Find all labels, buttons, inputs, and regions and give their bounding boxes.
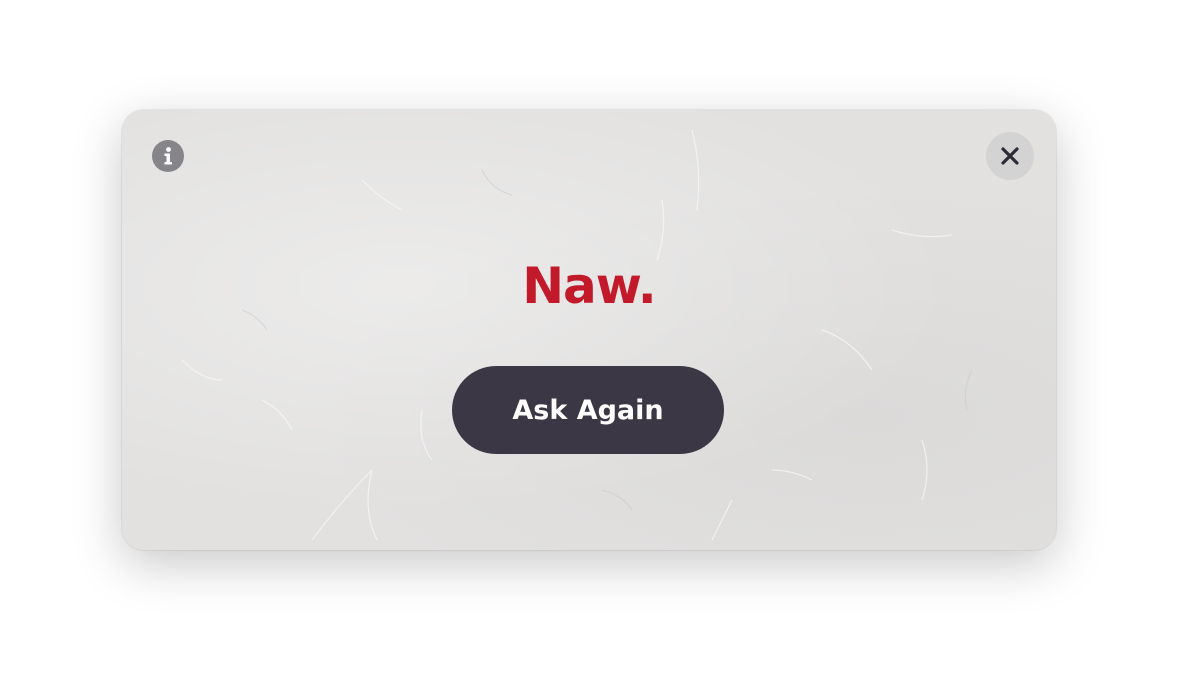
dialog-window: Naw. Ask Again bbox=[122, 110, 1056, 550]
close-icon bbox=[1001, 147, 1019, 165]
answer-text: Naw. bbox=[522, 257, 657, 315]
ask-again-button[interactable]: Ask Again bbox=[452, 366, 724, 454]
info-icon bbox=[164, 147, 172, 165]
paper-texture bbox=[181, 129, 973, 541]
info-button[interactable] bbox=[152, 140, 184, 172]
close-button[interactable] bbox=[986, 132, 1034, 180]
